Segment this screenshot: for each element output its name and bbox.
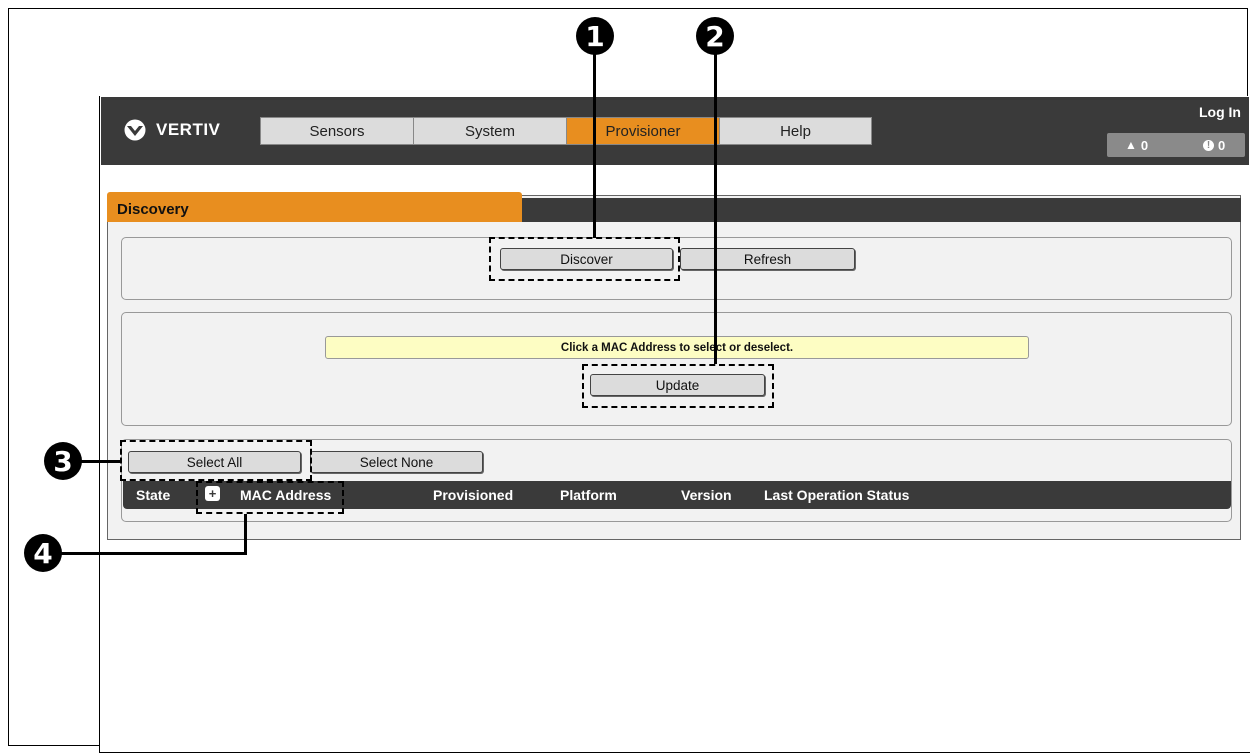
column-last-operation-status[interactable]: Last Operation Status	[764, 487, 909, 503]
tab-sensors[interactable]: Sensors	[261, 118, 414, 144]
warning-count: 0	[1140, 137, 1149, 153]
select-none-button[interactable]: Select None	[310, 451, 483, 473]
callout-number-1: 1	[576, 17, 614, 55]
alert-counters: ▲ 0 ! 0	[1107, 133, 1245, 157]
tab-provisioner[interactable]: Provisioner	[567, 118, 720, 144]
refresh-button[interactable]: Refresh	[680, 248, 855, 270]
callout-line-1	[593, 53, 596, 238]
tab-discovery[interactable]: Discovery	[107, 192, 522, 222]
callout-line-4b	[58, 552, 247, 555]
login-link[interactable]: Log In	[1199, 104, 1241, 120]
warning-icon: ▲	[1125, 138, 1137, 152]
callout-box-discover	[489, 237, 680, 281]
callout-number-4: 4	[24, 534, 62, 572]
column-version[interactable]: Version	[681, 487, 732, 503]
vertiv-logo: VERTIV	[120, 116, 220, 144]
callout-line-3	[78, 460, 122, 463]
critical-icon: !	[1203, 139, 1214, 151]
info-message: Click a MAC Address to select or deselec…	[325, 336, 1029, 359]
callout-number-2: 2	[696, 17, 734, 55]
critical-count: 0	[1218, 137, 1226, 153]
column-platform[interactable]: Platform	[560, 487, 617, 503]
critical-counter[interactable]: ! 0	[1203, 138, 1225, 153]
callout-box-select-all	[120, 440, 312, 481]
brand-name: VERTIV	[156, 120, 221, 139]
main-nav: Sensors System Provisioner Help	[260, 117, 872, 145]
column-state[interactable]: State	[136, 487, 170, 503]
callout-box-update	[582, 364, 774, 408]
tab-system[interactable]: System	[414, 118, 567, 144]
callout-box-mac-address	[196, 481, 344, 514]
callout-number-3: 3	[44, 442, 82, 480]
tab-help[interactable]: Help	[720, 118, 871, 144]
column-provisioned[interactable]: Provisioned	[433, 487, 513, 503]
warning-counter[interactable]: ▲ 0	[1125, 138, 1148, 153]
callout-line-2	[714, 53, 717, 364]
callout-line-4a	[244, 514, 247, 554]
vertiv-logo-icon	[124, 119, 146, 141]
